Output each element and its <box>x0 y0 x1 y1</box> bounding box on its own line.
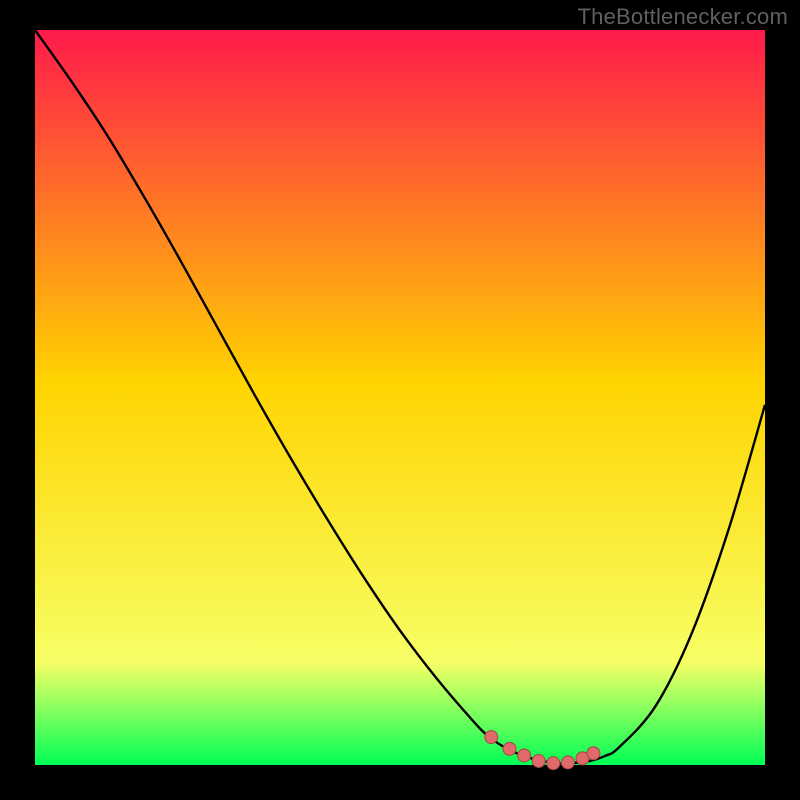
marker-dot <box>587 747 600 760</box>
marker-dot <box>485 731 498 744</box>
attribution-label: TheBottlenecker.com <box>578 4 788 30</box>
bottleneck-chart <box>0 0 800 800</box>
chart-frame: TheBottlenecker.com <box>0 0 800 800</box>
marker-dot <box>561 756 574 769</box>
marker-dot <box>503 742 516 755</box>
plot-background <box>35 30 765 765</box>
marker-dot <box>518 749 531 762</box>
marker-dot <box>532 754 545 767</box>
marker-dot <box>547 757 560 770</box>
